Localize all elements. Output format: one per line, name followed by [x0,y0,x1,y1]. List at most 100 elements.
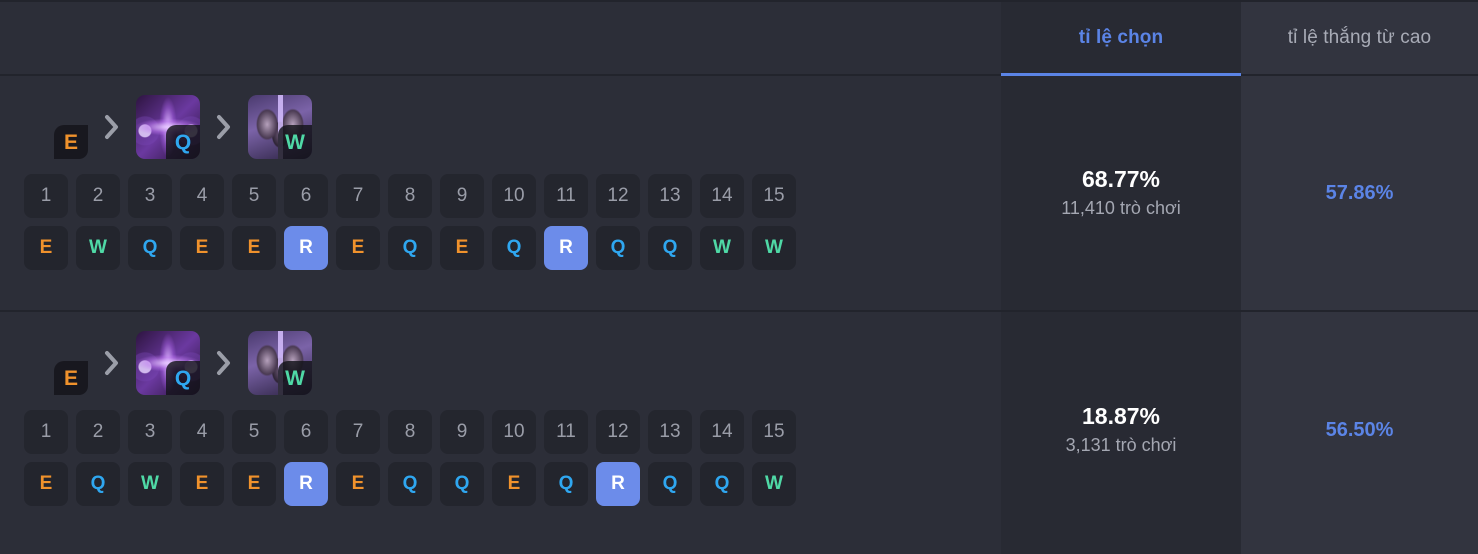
pick-rate-value: 18.87% [1081,403,1160,430]
level-number-cell: 1 [24,174,68,218]
tab-pick-rate-label: tỉ lệ chọn [1078,27,1164,48]
table-body: EQW 1 2 3 4 5 6 7 8 9 10 11 12 13 14 15 EWQEEREQEQRQQW… [0,76,1478,548]
level-number-cell: 7 [336,410,380,454]
level-number-cell: 11 [544,174,588,218]
skill-cell-ultimate[interactable]: R [596,462,640,506]
skill-cell[interactable]: Q [440,462,484,506]
skill-cell[interactable]: E [24,462,68,506]
ability-icon-q[interactable]: Q [136,95,200,159]
chevron-right-icon [88,114,136,140]
level-number-cell: 8 [388,410,432,454]
skill-cell[interactable]: E [24,226,68,270]
skill-cell[interactable]: E [336,226,380,270]
skill-cell[interactable]: Q [492,226,536,270]
level-number-cell: 7 [336,174,380,218]
table-row: EQW 1 2 3 4 5 6 7 8 9 10 11 12 13 14 15 EQWEEREQQEQRQQ… [0,312,1478,548]
win-rate-value: 57.86% [1325,181,1394,204]
level-number-cell: 3 [128,410,172,454]
skill-cell[interactable]: Q [388,462,432,506]
skill-cell[interactable]: Q [128,226,172,270]
level-number-cell: 13 [648,174,692,218]
tab-win-rate[interactable]: tỉ lệ thắng từ cao [1241,2,1478,74]
skill-cell[interactable]: Q [648,226,692,270]
skill-cell[interactable]: Q [648,462,692,506]
skill-order-grid: 1 2 3 4 5 6 7 8 9 10 11 12 13 14 15 EWQEEREQEQRQQWW [24,174,1001,270]
skill-cell[interactable]: E [336,462,380,506]
level-number-cell: 4 [180,410,224,454]
header-spacer [0,2,1001,74]
skill-cell-ultimate[interactable]: R [544,226,588,270]
win-rate-cell: 57.86% [1241,76,1478,310]
level-number-cell: 12 [596,410,640,454]
skill-cell[interactable]: E [232,226,276,270]
skill-cell[interactable]: Q [388,226,432,270]
level-number-cell: 4 [180,174,224,218]
pick-rate-value: 68.77% [1081,166,1160,193]
level-number-cell: 15 [752,174,796,218]
level-number-row: 1 2 3 4 5 6 7 8 9 10 11 12 13 14 15 [24,174,1001,218]
level-number-cell: 2 [76,174,120,218]
level-number-cell: 11 [544,410,588,454]
ability-key-badge: E [54,361,88,395]
level-number-cell: 9 [440,410,484,454]
skill-cell[interactable]: W [128,462,172,506]
games-count: 3,131 trò chơi [1065,435,1177,456]
skill-cell[interactable]: W [700,226,744,270]
level-number-cell: 14 [700,174,744,218]
ability-priority: EQW [24,330,1001,396]
pick-rate-cell: 18.87% 3,131 trò chơi [1001,312,1241,548]
win-rate-value: 56.50% [1325,418,1394,441]
skill-cell[interactable]: Q [76,462,120,506]
level-number-cell: 10 [492,174,536,218]
skill-cell[interactable]: W [76,226,120,270]
level-number-cell: 6 [284,410,328,454]
level-number-cell: 6 [284,174,328,218]
build-cell: EQW 1 2 3 4 5 6 7 8 9 10 11 12 13 14 15 EQWEEREQQEQRQQ… [0,312,1001,548]
ability-icon-w[interactable]: W [248,95,312,159]
win-rate-cell: 56.50% [1241,312,1478,548]
build-cell: EQW 1 2 3 4 5 6 7 8 9 10 11 12 13 14 15 EWQEEREQEQRQQW… [0,76,1001,310]
level-number-cell: 13 [648,410,692,454]
skill-key-row: EQWEEREQQEQRQQW [24,462,1001,506]
skill-cell[interactable]: W [752,462,796,506]
level-number-cell: 3 [128,174,172,218]
tab-win-rate-label: tỉ lệ thắng từ cao [1287,27,1432,48]
table-header: tỉ lệ chọn tỉ lệ thắng từ cao [0,0,1478,76]
tab-pick-rate[interactable]: tỉ lệ chọn [1001,2,1241,76]
chevron-right-icon [200,114,248,140]
ability-key-badge: E [54,125,88,159]
chevron-right-icon [200,350,248,376]
skill-key-row: EWQEEREQEQRQQWW [24,226,1001,270]
level-number-cell: 5 [232,174,276,218]
skill-cell[interactable]: Q [700,462,744,506]
level-number-cell: 8 [388,174,432,218]
games-count: 11,410 trò chơi [1061,198,1181,219]
skill-order-grid: 1 2 3 4 5 6 7 8 9 10 11 12 13 14 15 EQWEEREQQEQRQQW [24,410,1001,506]
level-number-cell: 15 [752,410,796,454]
skill-cell[interactable]: E [180,226,224,270]
ability-icon-q[interactable]: Q [136,331,200,395]
level-number-cell: 5 [232,410,276,454]
level-number-cell: 14 [700,410,744,454]
ability-icon-w[interactable]: W [248,331,312,395]
ability-icon-e[interactable]: E [24,331,88,395]
skill-cell[interactable]: W [752,226,796,270]
skill-cell-ultimate[interactable]: R [284,226,328,270]
ability-icon-e[interactable]: E [24,95,88,159]
skill-cell[interactable]: E [232,462,276,506]
ability-key-badge: Q [166,361,200,395]
table-row: EQW 1 2 3 4 5 6 7 8 9 10 11 12 13 14 15 EWQEEREQEQRQQW… [0,76,1478,312]
ability-key-badge: W [278,125,312,159]
level-number-row: 1 2 3 4 5 6 7 8 9 10 11 12 13 14 15 [24,410,1001,454]
level-number-cell: 9 [440,174,484,218]
chevron-right-icon [88,350,136,376]
level-number-cell: 1 [24,410,68,454]
skill-cell[interactable]: Q [596,226,640,270]
skill-order-table: tỉ lệ chọn tỉ lệ thắng từ cao EQW 123456… [0,0,1478,554]
ability-key-badge: W [278,361,312,395]
skill-cell[interactable]: E [492,462,536,506]
skill-cell[interactable]: E [440,226,484,270]
skill-cell[interactable]: Q [544,462,588,506]
skill-cell[interactable]: E [180,462,224,506]
skill-cell-ultimate[interactable]: R [284,462,328,506]
